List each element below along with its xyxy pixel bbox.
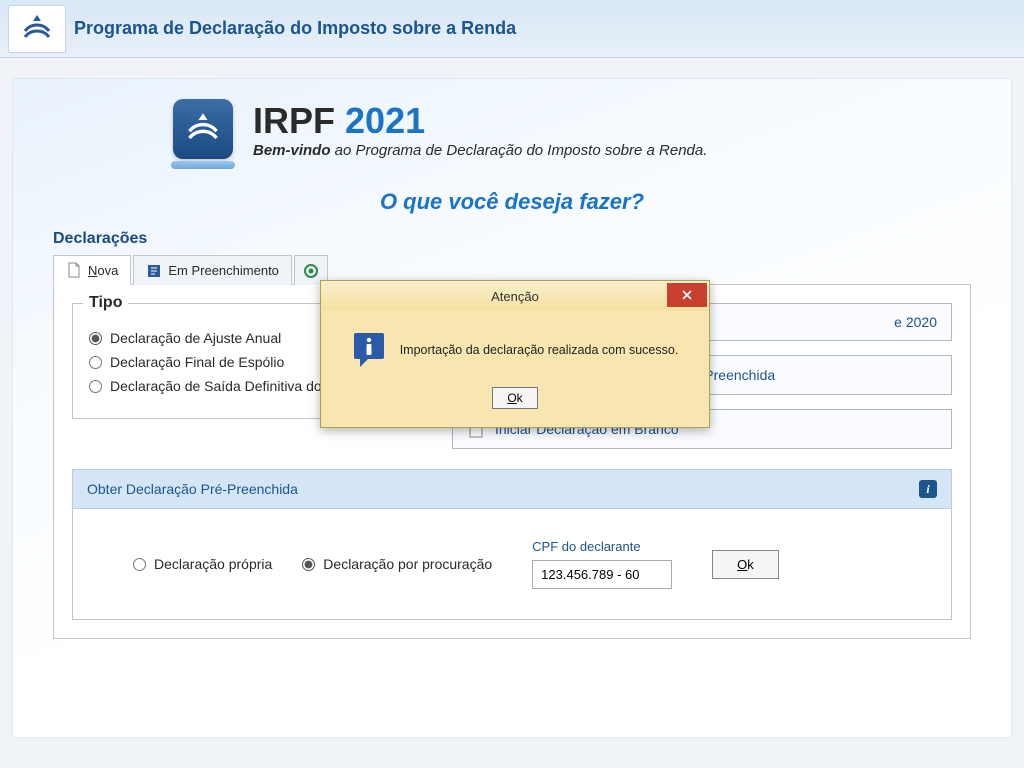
section-label: Declarações xyxy=(53,230,971,248)
receita-logo-icon xyxy=(185,111,221,147)
pre-preenchida-header: Obter Declaração Pré-Preenchida i xyxy=(72,469,952,509)
radio-saida[interactable] xyxy=(89,380,102,393)
prompt-heading: O que você deseja fazer? xyxy=(53,189,971,215)
dialog-atencao: Atenção Importação da declaração realiza… xyxy=(320,280,710,428)
radio-espolio[interactable] xyxy=(89,356,102,369)
close-icon xyxy=(681,289,693,301)
document-icon xyxy=(66,262,82,278)
cpf-input[interactable] xyxy=(532,560,672,589)
dialog-title: Atenção xyxy=(491,289,539,304)
tab-em-preenchimento[interactable]: Em Preenchimento xyxy=(133,255,292,285)
radio-ajuste[interactable] xyxy=(89,332,102,345)
dialog-ok-button[interactable]: Ok xyxy=(492,387,537,409)
circle-icon xyxy=(303,263,319,279)
product-logo xyxy=(173,99,233,159)
cpf-label: CPF do declarante xyxy=(532,539,672,554)
edit-doc-icon xyxy=(146,263,162,279)
tipo-legend: Tipo xyxy=(83,294,128,312)
pre-opt-procuracao[interactable]: Declaração por procuração xyxy=(302,556,492,572)
app-logo-chip xyxy=(8,5,66,53)
radio-procuracao[interactable] xyxy=(302,558,315,571)
app-header: Programa de Declaração do Imposto sobre … xyxy=(0,0,1024,58)
dialog-close-button[interactable] xyxy=(667,283,707,307)
dialog-message: Importação da declaração realizada com s… xyxy=(400,343,679,357)
tab-nova[interactable]: Nova xyxy=(53,255,131,285)
radio-propria[interactable] xyxy=(133,558,146,571)
cpf-block: CPF do declarante xyxy=(532,539,672,589)
receita-logo-icon xyxy=(21,13,53,45)
info-icon[interactable]: i xyxy=(919,480,937,498)
pre-preenchida-body: Declaração própria Declaração por procur… xyxy=(72,509,952,620)
product-title: IRPF 2021 xyxy=(253,100,707,142)
product-subtitle: Bem-vindo ao Programa de Declaração do I… xyxy=(253,142,707,159)
pre-ok-button[interactable]: Ok xyxy=(712,550,779,579)
info-bubble-icon xyxy=(352,331,386,369)
pre-opt-propria[interactable]: Declaração própria xyxy=(133,556,272,572)
app-title: Programa de Declaração do Imposto sobre … xyxy=(74,18,516,39)
dialog-titlebar: Atenção xyxy=(321,281,709,311)
